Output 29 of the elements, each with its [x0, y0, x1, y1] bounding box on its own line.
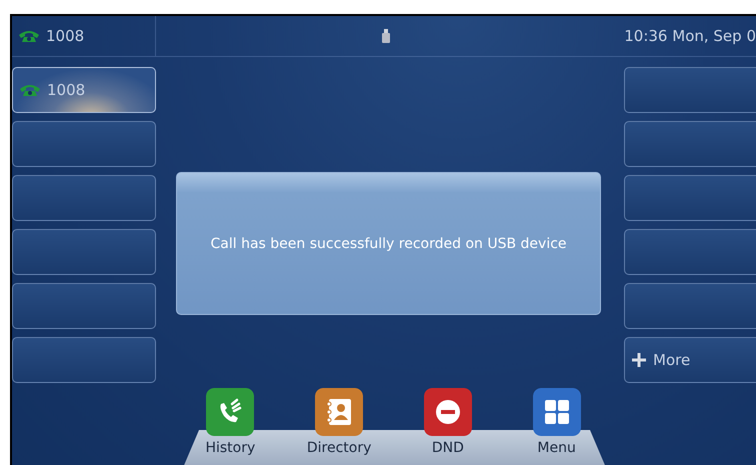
dialog-message: Call has been successfully recorded on USB device — [210, 236, 567, 252]
phone-icon — [18, 29, 40, 43]
line-key[interactable] — [12, 337, 156, 383]
do-not-disturb-icon[interactable] — [424, 388, 472, 436]
plus-icon — [631, 352, 647, 368]
line-label: 1008 — [47, 81, 86, 99]
line-key[interactable] — [12, 283, 156, 329]
line-key[interactable] — [624, 283, 756, 329]
line-key[interactable] — [624, 121, 756, 167]
more-key[interactable]: More — [624, 337, 756, 383]
dock-label[interactable]: DND — [432, 440, 464, 456]
dock-label[interactable]: Menu — [537, 440, 576, 456]
usb-icon — [382, 29, 390, 43]
more-label: More — [653, 351, 690, 369]
address-book-icon[interactable] — [315, 388, 364, 436]
account-label: 1008 — [46, 27, 84, 45]
phone-icon — [19, 83, 41, 97]
grid-icon[interactable] — [532, 388, 581, 436]
line-key[interactable] — [12, 229, 156, 275]
dock-label[interactable]: Directory — [306, 440, 372, 456]
line-key[interactable] — [624, 229, 756, 275]
line-key[interactable] — [624, 175, 756, 221]
line-key[interactable] — [12, 121, 156, 167]
clock: 10:36 Mon, Sep 0 — [623, 27, 756, 45]
line-key[interactable] — [624, 67, 756, 113]
line-key[interactable]: 1008 — [12, 67, 156, 113]
line-key[interactable] — [12, 175, 156, 221]
dock-label[interactable]: History — [205, 440, 256, 456]
phone-call-icon[interactable] — [206, 388, 254, 436]
